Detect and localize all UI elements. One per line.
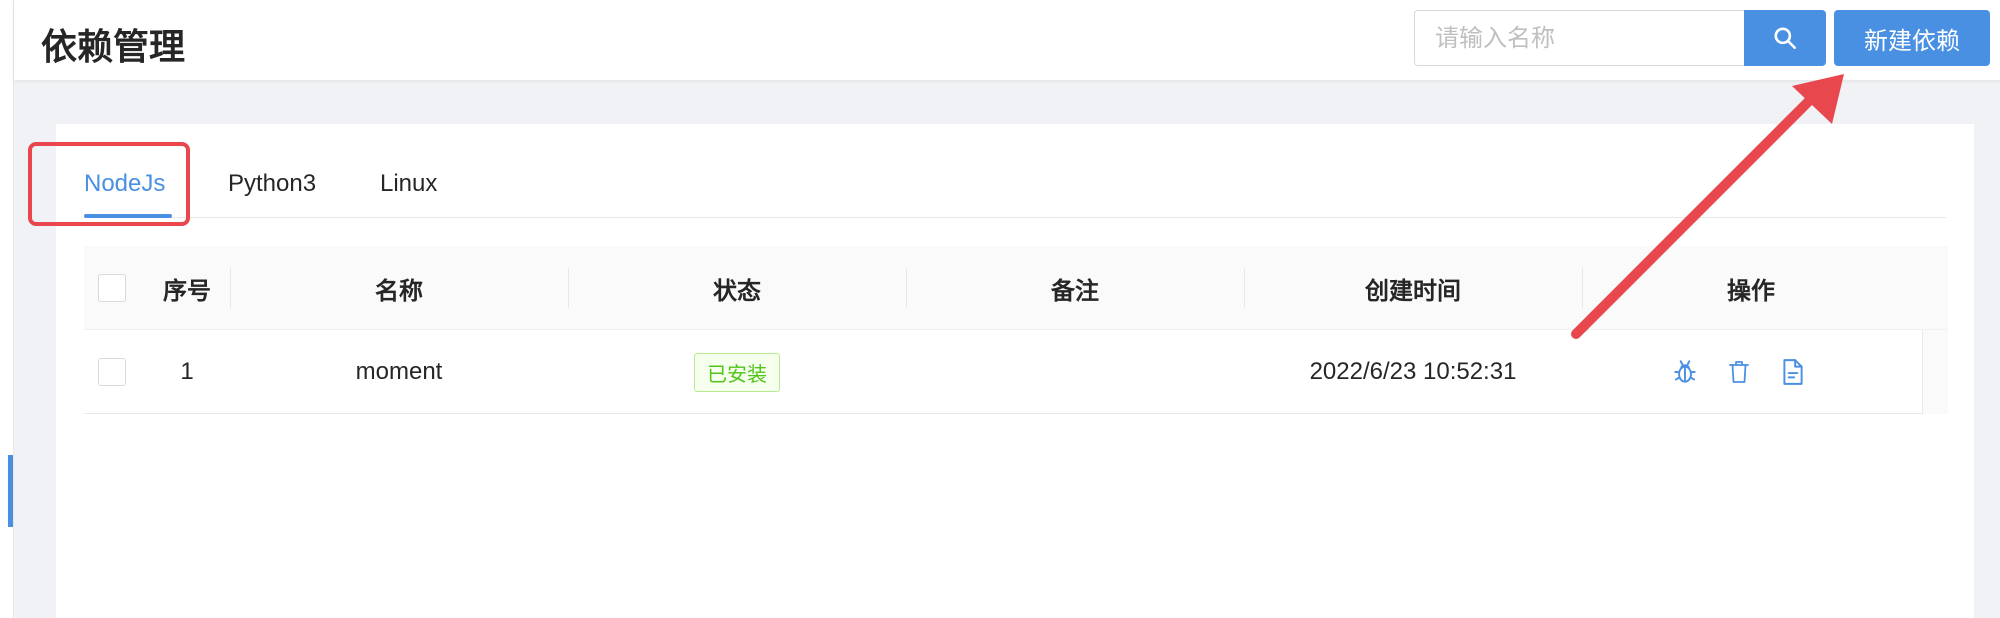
side-nav-active-indicator [8, 455, 13, 527]
tab-bar: NodeJs Python3 Linux [84, 164, 1946, 218]
column-header-created-at: 创建时间 [1365, 276, 1461, 305]
column-header-status: 状态 [713, 276, 761, 305]
column-header-actions: 操作 [1727, 276, 1775, 305]
row-checkbox[interactable] [98, 358, 126, 386]
row-created-at: 2022/6/23 10:52:31 [1309, 358, 1517, 385]
column-header-remark: 备注 [1051, 276, 1099, 305]
row-status-cell: 已安装 [568, 330, 906, 414]
status-badge: 已安装 [694, 352, 780, 392]
create-dependency-button[interactable]: 新建依赖 [1834, 10, 1990, 66]
search-button[interactable] [1744, 10, 1826, 66]
tab-python3[interactable]: Python3 [228, 170, 316, 198]
column-header-index: 序号 [163, 276, 211, 305]
row-fixed-column-edge [1922, 330, 1948, 414]
table-row: 1 moment 已安装 2022/6/23 10:52:31 [84, 330, 1948, 414]
file-text-icon[interactable] [1778, 357, 1808, 387]
page-header: 依赖管理 新建依赖 [14, 0, 2000, 80]
page-title: 依赖管理 [41, 27, 186, 68]
trash-icon[interactable] [1724, 357, 1754, 387]
row-name: moment [355, 358, 443, 385]
side-nav-strip [0, 0, 14, 618]
column-header-name: 名称 [375, 276, 423, 305]
dependency-table: 序号 名称 状态 备注 创建时间 操作 1 moment 已安装 2022/6/… [84, 246, 1948, 414]
annotation-highlight-box [28, 142, 190, 226]
table-header: 序号 名称 状态 备注 创建时间 操作 [84, 246, 1948, 330]
row-index: 1 [180, 358, 194, 385]
select-all-checkbox[interactable] [98, 274, 126, 302]
row-remark [906, 330, 1244, 414]
search-input[interactable] [1414, 10, 1744, 66]
row-actions [1670, 330, 1920, 414]
search-icon [1774, 27, 1797, 50]
bug-icon[interactable] [1670, 357, 1700, 387]
search-box [1414, 10, 1826, 66]
tab-linux[interactable]: Linux [380, 170, 437, 198]
